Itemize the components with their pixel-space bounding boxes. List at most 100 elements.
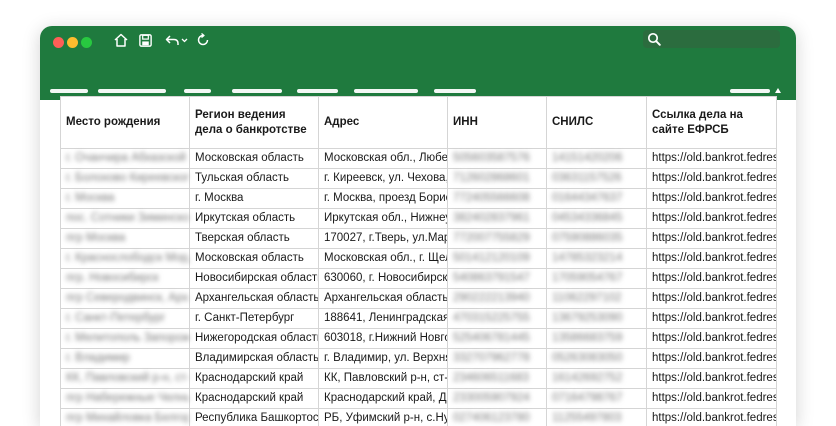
- snils-cell[interactable]: 14151420206: [547, 149, 647, 169]
- link-cell[interactable]: https://old.bankrot.fedresurs.ru: [647, 309, 777, 329]
- snils-cell[interactable]: 05263083050: [547, 349, 647, 369]
- link-cell[interactable]: https://old.bankrot.fedresurs.ru: [647, 209, 777, 229]
- birthplace-cell[interactable]: КК, Павловский р-н, ст-ца: [61, 369, 190, 389]
- region-cell[interactable]: Краснодарский край: [190, 369, 319, 389]
- region-cell[interactable]: Московская область: [190, 249, 319, 269]
- birthplace-cell[interactable]: пгр Северодвинск, Архангельская: [61, 289, 190, 309]
- birthplace-cell[interactable]: пгр Михайловка Белгородской: [61, 409, 190, 426]
- inn-cell[interactable]: 027406123780: [448, 409, 547, 426]
- snils-cell[interactable]: 01644347637: [547, 189, 647, 209]
- address-cell[interactable]: Московская обл., г. Щелково: [319, 249, 448, 269]
- address-cell[interactable]: Архангельская область, г.: [319, 289, 448, 309]
- undo-icon[interactable]: [163, 30, 189, 50]
- link-cell[interactable]: https://old.bankrot.fedresurs.ru: [647, 269, 777, 289]
- table-row[interactable]: пгр. НовосибирскНовосибирская область630…: [61, 269, 777, 289]
- address-cell[interactable]: Краснодарский край, Динской: [319, 389, 448, 409]
- region-cell[interactable]: Нижегородская область: [190, 329, 319, 349]
- address-cell[interactable]: Иркутская обл., Нижнеудинск: [319, 209, 448, 229]
- birthplace-cell[interactable]: пгр Москва: [61, 229, 190, 249]
- menu-tab[interactable]: [730, 89, 770, 93]
- region-cell[interactable]: Новосибирская область: [190, 269, 319, 289]
- inn-cell[interactable]: 772007755829: [448, 229, 547, 249]
- inn-cell[interactable]: 234606511683: [448, 369, 547, 389]
- snils-cell[interactable]: 07590886035: [547, 229, 647, 249]
- menu-tab[interactable]: [297, 89, 338, 93]
- birthplace-cell[interactable]: пгр. Новосибирск: [61, 269, 190, 289]
- region-cell[interactable]: Московская область: [190, 149, 319, 169]
- inn-cell[interactable]: 501412120109: [448, 249, 547, 269]
- address-cell[interactable]: г. Москва, проезд Борисовский: [319, 189, 448, 209]
- inn-cell[interactable]: 382402837961: [448, 209, 547, 229]
- birthplace-cell[interactable]: г. Болохово Киреевского р-на: [61, 169, 190, 189]
- refresh-icon[interactable]: [193, 30, 213, 50]
- birthplace-cell[interactable]: г. Мелитополь Запорожской обл.: [61, 329, 190, 349]
- link-cell[interactable]: https://old.bankrot.fedresurs.ru: [647, 249, 777, 269]
- inn-cell[interactable]: 712602868601: [448, 169, 547, 189]
- address-cell[interactable]: КК, Павловский р-н, ст-ца: [319, 369, 448, 389]
- region-cell[interactable]: г. Санкт-Петербург: [190, 309, 319, 329]
- snils-cell[interactable]: 07164798767: [547, 389, 647, 409]
- inn-cell[interactable]: 332707962778: [448, 349, 547, 369]
- table-row[interactable]: пгр Северодвинск, АрхангельскаяАрхангель…: [61, 289, 777, 309]
- inn-cell[interactable]: 772405566608: [448, 189, 547, 209]
- link-cell[interactable]: https://old.bankrot.fedresurs.ru: [647, 169, 777, 189]
- menu-tab[interactable]: [184, 89, 211, 93]
- save-icon[interactable]: [135, 30, 155, 50]
- table-row[interactable]: г. Мелитополь Запорожской обл.Нижегородс…: [61, 329, 777, 349]
- column-header[interactable]: Место рождения: [61, 97, 190, 149]
- table-row[interactable]: г. Краснослободск МордовскойМосковская о…: [61, 249, 777, 269]
- link-cell[interactable]: https://old.bankrot.fedresurs.ru: [647, 349, 777, 369]
- link-cell[interactable]: https://old.bankrot.fedresurs.ru: [647, 389, 777, 409]
- birthplace-cell[interactable]: г. Санкт-Петербург: [61, 309, 190, 329]
- inn-cell[interactable]: 505603587576: [448, 149, 547, 169]
- address-cell[interactable]: РБ, Уфимский р-н, с.Нурлино: [319, 409, 448, 426]
- birthplace-cell[interactable]: г. Очанчира Абхазской АССР: [61, 149, 190, 169]
- maximize-window-button[interactable]: [81, 37, 92, 48]
- link-cell[interactable]: https://old.bankrot.fedresurs.ru: [647, 329, 777, 349]
- birthplace-cell[interactable]: г. Краснослободск Мордовской: [61, 249, 190, 269]
- region-cell[interactable]: Тверская область: [190, 229, 319, 249]
- snils-cell[interactable]: 11062297102: [547, 289, 647, 309]
- snils-cell[interactable]: 04534336845: [547, 209, 647, 229]
- snils-cell[interactable]: 03631157526: [547, 169, 647, 189]
- region-cell[interactable]: г. Москва: [190, 189, 319, 209]
- birthplace-cell[interactable]: пгр Набережные Челны: [61, 389, 190, 409]
- table-row[interactable]: пгр Михайловка БелгородскойРеспублика Ба…: [61, 409, 777, 426]
- table-row[interactable]: пгр Набережные ЧелныКраснодарский крайКр…: [61, 389, 777, 409]
- minimize-window-button[interactable]: [67, 37, 78, 48]
- snils-cell[interactable]: 14785323214: [547, 249, 647, 269]
- inn-cell[interactable]: 525406781445: [448, 329, 547, 349]
- snils-cell[interactable]: 11255497803: [547, 409, 647, 426]
- table-row[interactable]: КК, Павловский р-н, ст-цаКраснодарский к…: [61, 369, 777, 389]
- table-row[interactable]: г. Очанчира Абхазской АССРМосковская обл…: [61, 149, 777, 169]
- home-icon[interactable]: [111, 30, 131, 50]
- inn-cell[interactable]: 540863791547: [448, 269, 547, 289]
- address-cell[interactable]: 188641, Ленинградская обл.: [319, 309, 448, 329]
- region-cell[interactable]: Республика Башкортостан: [190, 409, 319, 426]
- snils-cell[interactable]: 16142692752: [547, 369, 647, 389]
- column-header[interactable]: Регион ведения дела о банкротстве: [190, 97, 319, 149]
- menu-tab[interactable]: [434, 89, 476, 93]
- link-cell[interactable]: https://old.bankrot.fedresurs.ru: [647, 189, 777, 209]
- search-input[interactable]: [643, 30, 780, 48]
- close-window-button[interactable]: [53, 37, 64, 48]
- column-header[interactable]: Ссылка дела на сайте ЕФРСБ: [647, 97, 777, 149]
- menu-tab[interactable]: [354, 89, 418, 93]
- inn-cell[interactable]: 470315225755: [448, 309, 547, 329]
- collapse-ribbon-icon[interactable]: [775, 88, 781, 93]
- snils-cell[interactable]: 13679253090: [547, 309, 647, 329]
- birthplace-cell[interactable]: пос. Сотники Зиминского р-на: [61, 209, 190, 229]
- table-row[interactable]: г. Санкт-Петербургг. Санкт-Петербург1886…: [61, 309, 777, 329]
- menu-tab[interactable]: [50, 89, 88, 93]
- link-cell[interactable]: https://old.bankrot.fedresurs.ru: [647, 409, 777, 426]
- link-cell[interactable]: https://old.bankrot.fedresurs.ru: [647, 229, 777, 249]
- birthplace-cell[interactable]: г. Москва: [61, 189, 190, 209]
- inn-cell[interactable]: 233005907924: [448, 389, 547, 409]
- link-cell[interactable]: https://old.bankrot.fedresurs.ru: [647, 149, 777, 169]
- snils-cell[interactable]: 13586683759: [547, 329, 647, 349]
- region-cell[interactable]: Архангельская область: [190, 289, 319, 309]
- address-cell[interactable]: 603018, г.Нижний Новгород: [319, 329, 448, 349]
- snils-cell[interactable]: 17059054767: [547, 269, 647, 289]
- address-cell[interactable]: г. Киреевск, ул. Чехова, д.: [319, 169, 448, 189]
- region-cell[interactable]: Тульская область: [190, 169, 319, 189]
